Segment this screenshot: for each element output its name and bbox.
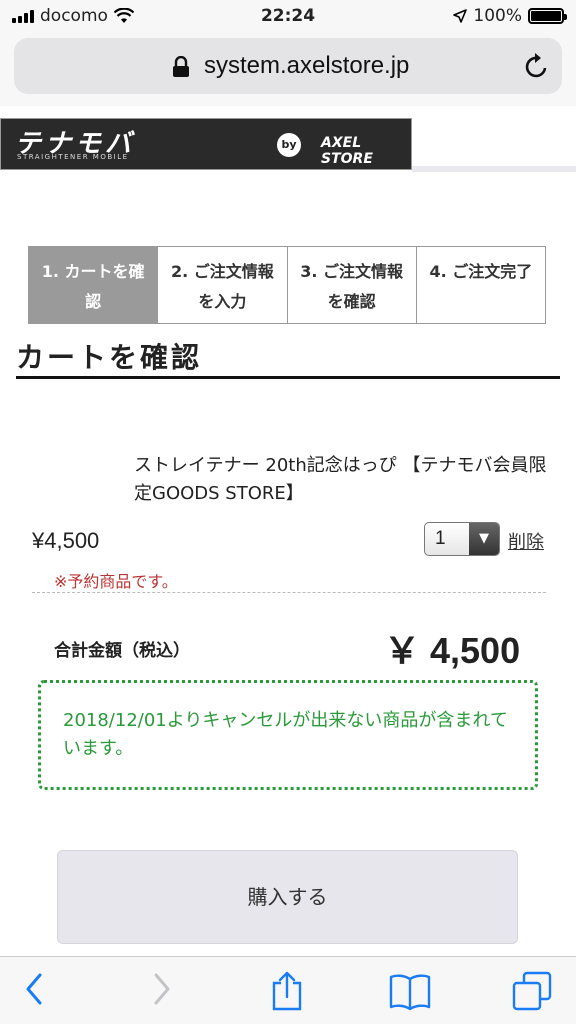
- back-icon[interactable]: [22, 971, 46, 1007]
- address-bar[interactable]: system.axelstore.jp: [14, 38, 562, 94]
- step-order-info: 2. ご注文情報を入力: [158, 247, 288, 323]
- quantity-value: 1: [435, 528, 446, 549]
- bookmarks-icon[interactable]: [388, 971, 432, 1011]
- cancellation-notice: 2018/12/01よりキャンセルが出来ない商品が含まれています。: [38, 680, 538, 790]
- item-divider: [32, 592, 546, 593]
- site-banner[interactable]: テナモバ STRAIGHTENER MOBILE by AXEL STORE: [0, 118, 412, 170]
- tabs-icon[interactable]: [512, 971, 552, 1011]
- site-banner-strip: テナモバ STRAIGHTENER MOBILE by AXEL STORE: [0, 106, 576, 182]
- battery-icon: [528, 8, 567, 24]
- axelstore-logo: AXEL STORE: [321, 135, 373, 167]
- step-confirm: 3. ご注文情報を確認: [288, 247, 417, 323]
- quantity-select[interactable]: 1 ▼: [424, 522, 500, 556]
- battery-percent: 100%: [473, 6, 522, 26]
- total-label: 合計金額（税込）: [54, 641, 190, 661]
- status-bar: docomo 22:24 100%: [0, 0, 576, 34]
- banner-underline: [412, 166, 576, 172]
- step-complete: 4. ご注文完了: [429, 262, 533, 281]
- total-value: ￥ 4,500: [384, 630, 521, 671]
- forward-icon[interactable]: [150, 971, 174, 1007]
- purchase-button[interactable]: 購入する: [57, 850, 518, 944]
- share-icon[interactable]: [270, 971, 304, 1011]
- url-text: system.axelstore.jp: [204, 52, 410, 79]
- title-divider: [16, 376, 560, 379]
- lock-icon: [173, 56, 189, 77]
- delete-link[interactable]: 削除: [508, 528, 544, 554]
- location-arrow-icon: [453, 9, 468, 23]
- tenamoba-logo-subtitle: STRAIGHTENER MOBILE: [17, 153, 129, 161]
- step-cart: 1. カートを確認: [29, 247, 159, 323]
- product-name: ストレイテナー 20th記念はっぴ 【テナモバ会員限定GOODS STORE】: [134, 455, 547, 504]
- status-right: 100%: [453, 6, 567, 26]
- reload-icon[interactable]: [524, 52, 550, 80]
- by-badge: by: [277, 133, 301, 157]
- preorder-note: ※予約商品です。: [54, 572, 178, 591]
- chevron-down-icon: ▼: [469, 523, 499, 555]
- page-title: カートを確認: [16, 341, 203, 374]
- checkout-steps: 1. カートを確認 2. ご注文情報を入力 3. ご注文情報を確認 4. ご注文…: [28, 246, 546, 324]
- item-price: ¥4,500: [32, 528, 100, 553]
- browser-toolbar: [0, 956, 576, 1024]
- browser-url-area: system.axelstore.jp: [0, 34, 576, 106]
